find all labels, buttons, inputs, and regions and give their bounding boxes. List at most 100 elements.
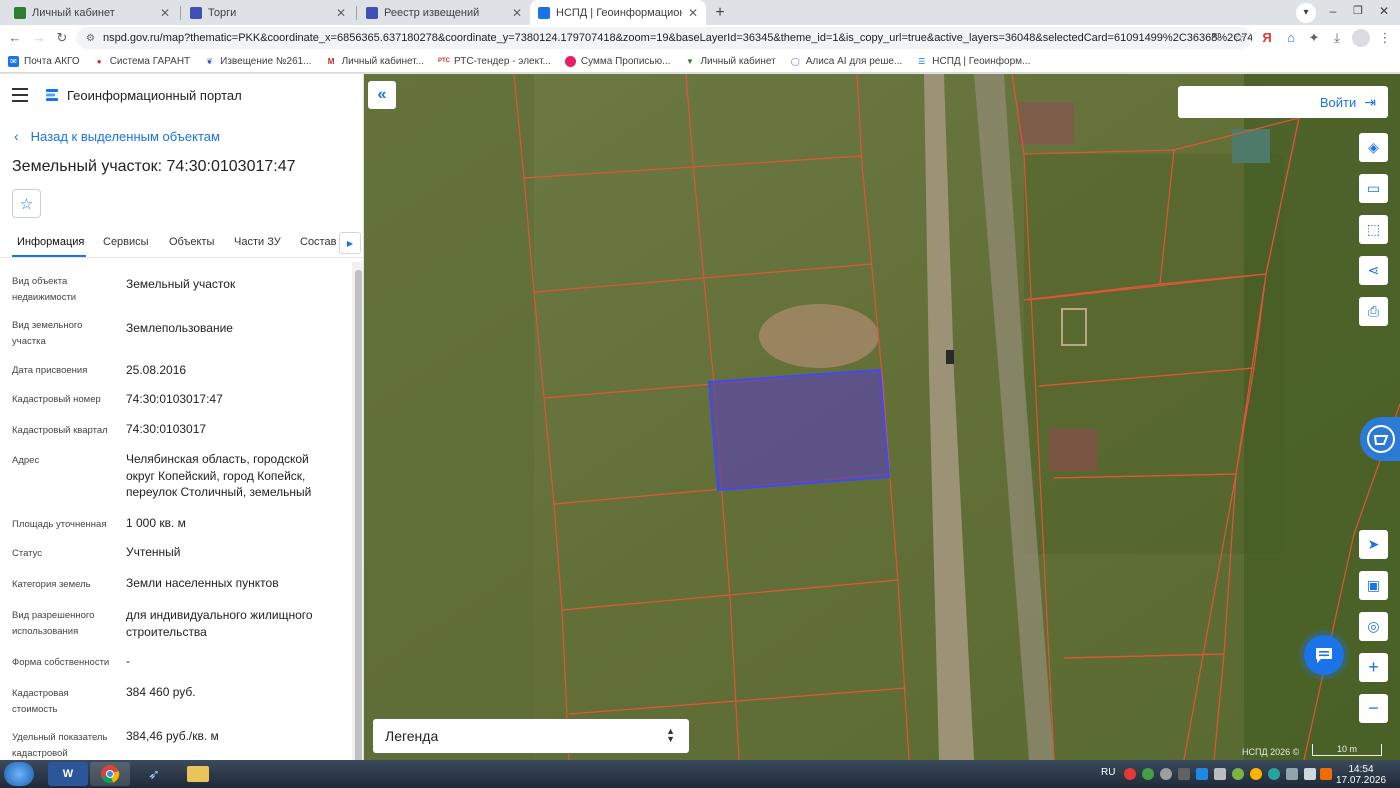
sync-tray-icon[interactable]: [1142, 768, 1154, 780]
navigation-arrow-icon: ➤: [1367, 536, 1380, 552]
map-view[interactable]: « Войти ⇥ ◈ ▭ ⬚ ⋖ ⎙ ➤ ▣ ◎ + − Легенда ▲ ▼…: [364, 74, 1400, 760]
property-key: Адрес: [12, 455, 40, 466]
chat-button[interactable]: [1304, 635, 1344, 675]
browser-tab-torgi[interactable]: Торги ✕: [182, 0, 354, 25]
page-title: Земельный участок: 74:30:0103017:47: [12, 158, 296, 175]
tray-icon[interactable]: [1250, 768, 1262, 780]
app-taskbar-icon[interactable]: ➶: [134, 762, 174, 786]
browser-tab-nspd[interactable]: НСПД | Геоинформационный п ✕: [530, 0, 706, 25]
print-button[interactable]: ⎙: [1359, 297, 1388, 326]
tab-objects[interactable]: Объекты: [169, 236, 214, 248]
selected-parcel[interactable]: [707, 368, 891, 492]
tray-icon[interactable]: [1178, 768, 1190, 780]
geolocation-button[interactable]: ➤: [1359, 530, 1388, 559]
reload-icon[interactable]: ↻: [53, 29, 71, 47]
assistant-side-tab[interactable]: [1360, 417, 1400, 461]
bookmark-alice[interactable]: ◯ Алиса AI для реше...: [790, 56, 903, 67]
download-icon[interactable]: ⤓: [1328, 29, 1346, 47]
share-button[interactable]: ⋖: [1359, 256, 1388, 285]
property-value: 25.08.2016: [126, 363, 187, 377]
close-tab-icon[interactable]: ✕: [512, 6, 522, 20]
tab-composition[interactable]: Состав: [300, 236, 336, 248]
yandex-tray-icon[interactable]: [1124, 768, 1136, 780]
menu-icon[interactable]: [12, 88, 28, 102]
property-value: для индивидуального жилищного строительс…: [126, 608, 313, 639]
back-icon[interactable]: ←: [6, 29, 24, 47]
share-page-icon[interactable]: ⇱: [1207, 29, 1225, 47]
bookmark-summa[interactable]: Сумма Прописью...: [564, 56, 670, 67]
bookmark-lk-gmail[interactable]: M Личный кабинет...: [326, 56, 424, 67]
property-key: Вид объекта недвижимости: [12, 276, 77, 303]
yandex-extension-icon[interactable]: Я: [1258, 29, 1276, 47]
forward-icon[interactable]: →: [30, 29, 48, 47]
tab-services[interactable]: Сервисы: [103, 236, 149, 248]
chrome-taskbar-icon[interactable]: [90, 762, 130, 786]
network-icon[interactable]: [1286, 768, 1298, 780]
bookmark-izveshenie[interactable]: ❦ Извещение №261...: [204, 56, 311, 67]
back-to-selected-link[interactable]: ‹ Назад к выделенным объектам: [14, 128, 220, 144]
search-location-button[interactable]: ◎: [1359, 612, 1388, 641]
property-key: Кадастровая стоимость: [12, 688, 69, 715]
tray-icon[interactable]: [1214, 768, 1226, 780]
bookmark-nspd[interactable]: ☰ НСПД | Геоинформ...: [916, 56, 1030, 67]
site-info-icon[interactable]: ⚙: [86, 33, 95, 44]
properties-list: Вид объекта недвижимости Земельный участ…: [0, 270, 352, 760]
legend-dropdown[interactable]: Легенда ▲ ▼: [373, 719, 689, 753]
close-window-icon[interactable]: ✕: [1376, 4, 1392, 20]
basemap-button[interactable]: ▣: [1359, 571, 1388, 600]
bookmark-star-icon[interactable]: ☆: [1230, 29, 1248, 47]
zoom-in-button[interactable]: +: [1359, 653, 1388, 682]
explorer-taskbar-icon[interactable]: [178, 762, 218, 786]
print-icon: ⎙: [1367, 303, 1380, 319]
favorite-button[interactable]: ☆: [12, 189, 41, 218]
measure-button[interactable]: ▭: [1359, 174, 1388, 203]
close-tab-icon[interactable]: ✕: [160, 6, 170, 20]
close-tab-icon[interactable]: ✕: [336, 6, 346, 20]
word-taskbar-icon[interactable]: W: [48, 762, 88, 786]
maximize-icon[interactable]: ❐: [1350, 4, 1366, 20]
close-tab-icon[interactable]: ✕: [688, 6, 698, 20]
tray-icon[interactable]: [1196, 768, 1208, 780]
start-button[interactable]: [4, 762, 34, 786]
profile-avatar-icon[interactable]: [1352, 29, 1370, 47]
gmail-icon: M: [327, 57, 335, 66]
location-search-icon: ◎: [1367, 618, 1380, 634]
star-icon: ☆: [19, 195, 34, 213]
volume-icon[interactable]: [1304, 768, 1316, 780]
new-tab-button[interactable]: +: [710, 3, 730, 23]
language-indicator[interactable]: RU: [1101, 767, 1115, 778]
expand-collapse-icon: ▲ ▼: [666, 726, 675, 744]
folder-icon: [187, 766, 209, 782]
select-area-button[interactable]: ⬚: [1359, 215, 1388, 244]
tray-icon[interactable]: [1320, 768, 1332, 780]
browser-menu-icon[interactable]: ⋮: [1376, 29, 1394, 47]
bookmarks-bar: ✉ Почта АКГО ● Система ГАРАНТ ❦ Извещение №…: [0, 51, 1400, 73]
bookmark-pochta[interactable]: ✉ Почта АКГО: [8, 56, 80, 67]
extension-icon[interactable]: ⌂: [1282, 29, 1300, 47]
browser-tab-lk[interactable]: Личный кабинет ✕: [6, 0, 178, 25]
tray-icon[interactable]: [1268, 768, 1280, 780]
puzzle-extensions-icon[interactable]: ✦: [1305, 29, 1323, 47]
bookmark-garant[interactable]: ● Система ГАРАНТ: [94, 56, 190, 67]
tray-icon[interactable]: [1232, 768, 1244, 780]
layers-button[interactable]: ◈: [1359, 133, 1388, 162]
address-bar[interactable]: ⚙ nspd.gov.ru/map?thematic=PKK&coordinat…: [76, 27, 1252, 49]
tab-information[interactable]: Информация: [17, 236, 84, 248]
tab-label: НСПД | Геоинформационный п: [556, 6, 682, 19]
login-button[interactable]: Войти ⇥: [1178, 86, 1388, 118]
system-clock[interactable]: 14:54 17.07.2026: [1336, 764, 1386, 786]
bookmark-rts[interactable]: РТС РТС-тендер - элект...: [438, 56, 551, 67]
property-key: Форма собственности: [12, 657, 110, 668]
zoom-out-button[interactable]: −: [1359, 694, 1388, 723]
bookmark-lk[interactable]: ▼ Личный кабинет: [684, 56, 776, 67]
browser-tab-reestr[interactable]: Реестр извещений ✕: [358, 0, 530, 25]
tab-favicon-icon: [538, 6, 550, 19]
panel-scrollbar-thumb[interactable]: [355, 270, 362, 760]
tabs-scroll-right-button[interactable]: ▶: [339, 232, 361, 254]
tray-icon[interactable]: [1160, 768, 1172, 780]
property-key: Удельный показатель кадастровой: [12, 732, 108, 759]
minimize-icon[interactable]: –: [1325, 4, 1341, 20]
tab-search-icon[interactable]: ▾: [1296, 3, 1316, 23]
collapse-panel-button[interactable]: «: [368, 81, 396, 109]
tab-parts[interactable]: Части ЗУ: [234, 236, 281, 248]
